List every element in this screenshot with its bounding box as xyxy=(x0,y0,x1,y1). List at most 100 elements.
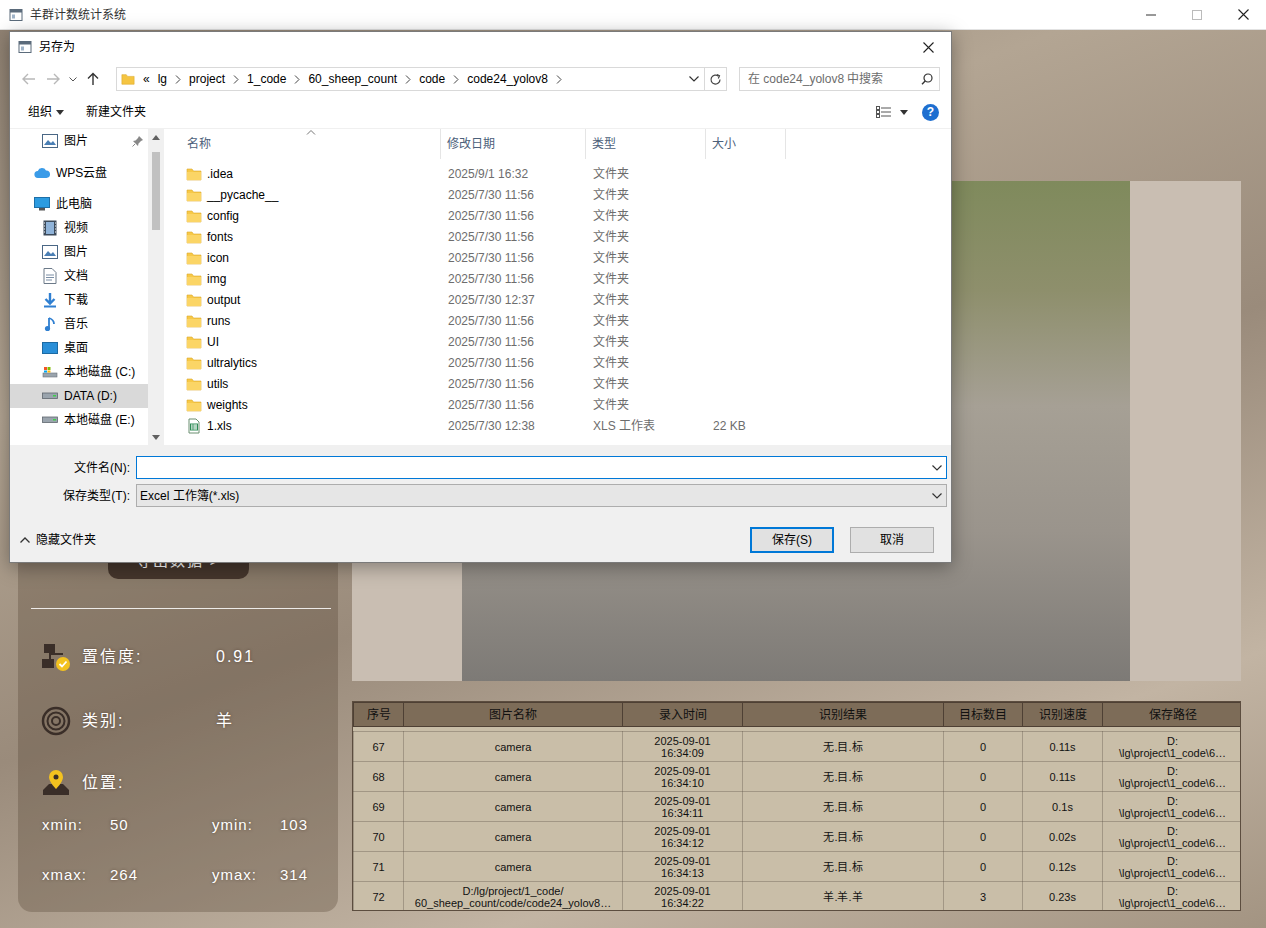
separator-chevron-icon[interactable] xyxy=(401,75,415,84)
file-row[interactable]: UI2025/7/30 11:56文件夹 xyxy=(164,331,951,352)
column-header[interactable]: 录入时间 xyxy=(623,703,743,727)
file-name[interactable]: output xyxy=(207,291,240,309)
filetype-value[interactable]: Excel 工作簿(*.xls) xyxy=(140,487,928,505)
scroll-down-arrow[interactable] xyxy=(152,435,160,440)
file-row[interactable]: icon2025/7/30 11:56文件夹 xyxy=(164,247,951,268)
save-button[interactable]: 保存(S) xyxy=(750,527,834,553)
search-field[interactable]: 在 code24_yolov8 中搜索 xyxy=(739,67,940,91)
nav-label[interactable]: 图片 xyxy=(64,132,88,150)
column-header[interactable]: 类型 xyxy=(586,129,706,159)
close-icon[interactable] xyxy=(905,32,951,62)
file-row[interactable]: runs2025/7/30 11:56文件夹 xyxy=(164,310,951,331)
details-view-icon[interactable] xyxy=(876,106,892,118)
nav-label[interactable]: 本地磁盘 (E:) xyxy=(64,411,135,429)
scroll-thumb[interactable] xyxy=(152,152,160,230)
table-row[interactable]: 71camera2025-09-01 16:34:13无.目.标00.12sD:… xyxy=(354,852,1242,882)
breadcrumb-item[interactable]: lg xyxy=(154,70,171,88)
nav-item[interactable]: DATA (D:) xyxy=(10,384,148,408)
separator-chevron-icon[interactable] xyxy=(552,75,566,84)
nav-label[interactable]: 此电脑 xyxy=(56,195,92,213)
refresh-icon[interactable] xyxy=(705,67,727,91)
nav-item[interactable]: 文档 xyxy=(10,264,148,288)
filename-input[interactable] xyxy=(136,456,947,479)
nav-label[interactable]: 下载 xyxy=(64,291,88,309)
file-row[interactable]: fonts2025/7/30 11:56文件夹 xyxy=(164,226,951,247)
file-name[interactable]: .idea xyxy=(207,165,233,183)
nav-scrollbar[interactable] xyxy=(148,129,163,445)
column-header[interactable]: 序号 xyxy=(354,703,404,727)
nav-label[interactable]: 视频 xyxy=(64,219,88,237)
maximize-icon[interactable] xyxy=(1174,0,1220,30)
file-row[interactable]: .idea2025/9/1 16:32文件夹 xyxy=(164,163,951,184)
breadcrumb-item[interactable]: 1_code xyxy=(243,70,290,88)
file-name[interactable]: 1.xls xyxy=(207,417,232,435)
file-name[interactable]: __pycache__ xyxy=(207,186,278,204)
breadcrumb-item[interactable]: 60_sheep_count xyxy=(304,70,401,88)
file-row[interactable]: output2025/7/30 12:37文件夹 xyxy=(164,289,951,310)
forward-arrow-icon[interactable] xyxy=(42,68,64,90)
column-header[interactable]: 修改日期 xyxy=(441,129,586,159)
breadcrumb-item[interactable]: code xyxy=(415,70,449,88)
separator-chevron-icon[interactable] xyxy=(229,75,243,84)
hide-folders-label[interactable]: 隐藏文件夹 xyxy=(36,531,96,549)
filetype-select[interactable]: Excel 工作簿(*.xls) xyxy=(136,484,947,507)
column-header[interactable]: 图片名称 xyxy=(404,703,623,727)
hide-folders-toggle[interactable]: 隐藏文件夹 xyxy=(20,531,96,549)
file-name[interactable]: utils xyxy=(207,375,228,393)
nav-item[interactable]: 此电脑 xyxy=(10,192,148,216)
dropdown-chevron-icon[interactable] xyxy=(684,68,704,90)
nav-item[interactable]: 视频 xyxy=(10,216,148,240)
file-row[interactable]: utils2025/7/30 11:56文件夹 xyxy=(164,373,951,394)
nav-item[interactable]: 本地磁盘 (C:) xyxy=(10,360,148,384)
back-arrow-icon[interactable] xyxy=(18,68,40,90)
column-header[interactable]: 识别结果 xyxy=(743,703,944,727)
search-placeholder[interactable]: 在 code24_yolov8 中搜索 xyxy=(748,70,921,88)
nav-item[interactable]: 下载 xyxy=(10,288,148,312)
file-row[interactable]: 1.xls2025/7/30 12:38XLS 工作表22 KB xyxy=(164,415,951,436)
nav-item[interactable]: 图片 xyxy=(10,129,148,153)
nav-item[interactable]: 桌面 xyxy=(10,336,148,360)
table-row[interactable]: 72D:/lg/project/1_code/ 60_sheep_count/c… xyxy=(354,882,1242,912)
dropdown-chevron-icon[interactable] xyxy=(928,493,946,499)
caret-down-icon[interactable] xyxy=(900,110,908,115)
table-row[interactable]: 67camera2025-09-01 16:34:09无.目.标00.11sD:… xyxy=(354,732,1242,762)
file-name[interactable]: fonts xyxy=(207,228,233,246)
file-name[interactable]: icon xyxy=(207,249,229,267)
nav-item[interactable]: 音乐 xyxy=(10,312,148,336)
table-row[interactable]: 69camera2025-09-01 16:34:11无.目.标00.1sD: … xyxy=(354,792,1242,822)
table-row[interactable]: 70camera2025-09-01 16:34:12无.目.标00.02sD:… xyxy=(354,822,1242,852)
file-row[interactable]: __pycache__2025/7/30 11:56文件夹 xyxy=(164,184,951,205)
magnifier-icon[interactable] xyxy=(921,73,933,85)
table-row[interactable]: 68camera2025-09-01 16:34:10无.目.标00.11sD:… xyxy=(354,762,1242,792)
nav-label[interactable]: 音乐 xyxy=(64,315,88,333)
new-folder-button[interactable]: 新建文件夹 xyxy=(86,103,146,121)
caret-down-icon[interactable] xyxy=(56,110,64,115)
file-row[interactable]: config2025/7/30 11:56文件夹 xyxy=(164,205,951,226)
minimize-icon[interactable] xyxy=(1128,0,1174,30)
close-icon[interactable] xyxy=(1220,0,1266,30)
nav-label[interactable]: DATA (D:) xyxy=(64,387,117,405)
separator-chevron-icon[interactable] xyxy=(171,75,185,84)
view-menu[interactable] xyxy=(876,106,908,118)
nav-item[interactable]: 图片 xyxy=(10,240,148,264)
separator-chevron-icon[interactable] xyxy=(449,75,463,84)
nav-item[interactable]: 本地磁盘 (E:) xyxy=(10,408,148,432)
file-name[interactable]: ultralytics xyxy=(207,354,257,372)
help-button[interactable]: ? xyxy=(922,104,939,121)
nav-label[interactable]: WPS云盘 xyxy=(56,164,107,182)
file-row[interactable]: ultralytics2025/7/30 11:56文件夹 xyxy=(164,352,951,373)
file-name[interactable]: img xyxy=(207,270,226,288)
breadcrumb-item[interactable]: project xyxy=(185,70,229,88)
file-row[interactable]: weights2025/7/30 11:56文件夹 xyxy=(164,394,951,415)
separator-chevron-icon[interactable] xyxy=(290,75,304,84)
chevron-up-icon[interactable] xyxy=(20,537,30,543)
column-header[interactable]: 目标数目 xyxy=(944,703,1023,727)
column-header[interactable]: 保存路径 xyxy=(1103,703,1242,727)
nav-label[interactable]: 文档 xyxy=(64,267,88,285)
column-header[interactable]: 名称 xyxy=(164,129,441,159)
recent-chevron-icon[interactable] xyxy=(66,68,80,90)
file-name[interactable]: config xyxy=(207,207,239,225)
breadcrumb-overflow[interactable]: « xyxy=(139,70,154,88)
nav-label[interactable]: 图片 xyxy=(64,243,88,261)
breadcrumb-bar[interactable]: «lgproject1_code60_sheep_countcodecode24… xyxy=(116,67,705,91)
